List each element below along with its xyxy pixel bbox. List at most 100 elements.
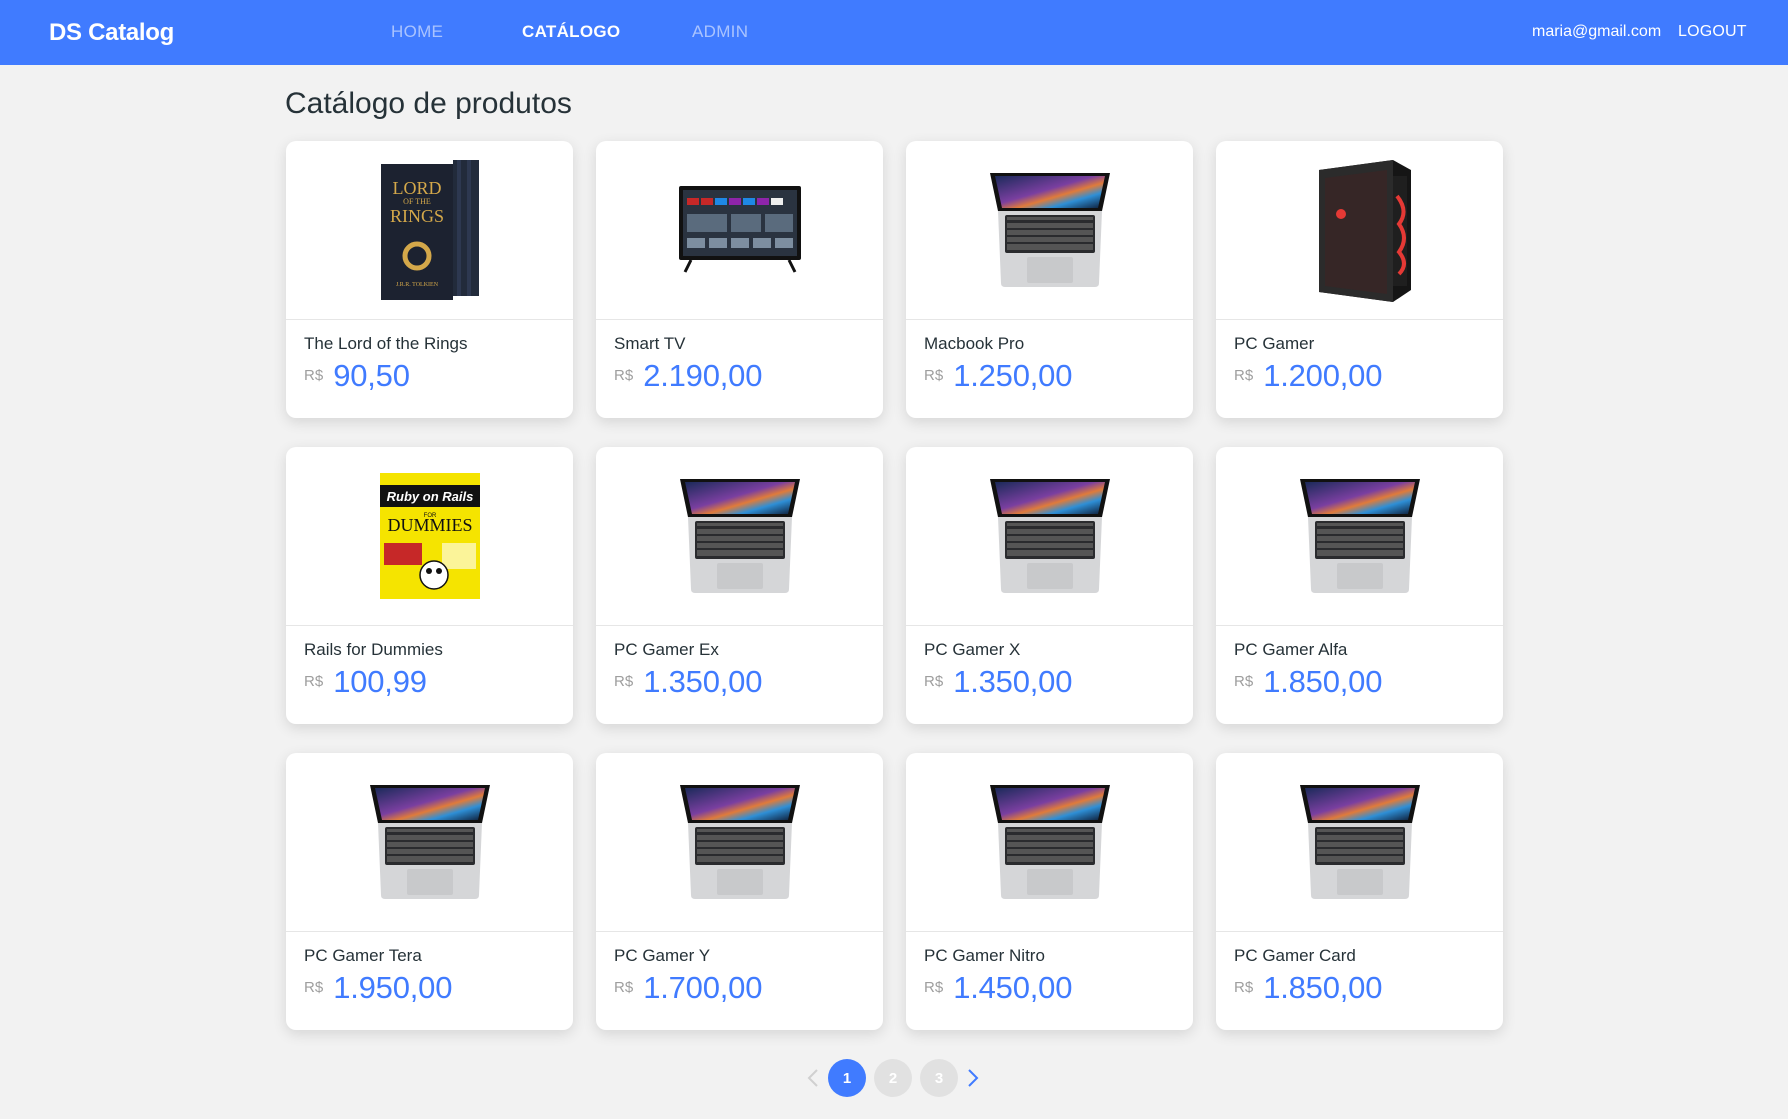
product-card[interactable]: PC Gamer R$ 1.200,00 [1216,141,1503,418]
currency-label: R$ [924,367,944,384]
product-price: 1.450,00 [953,970,1073,1005]
product-card[interactable]: Ruby on Rails FOR DUMMIES Rails for Dumm… [286,447,573,724]
product-price-row: R$ 1.450,00 [924,970,1175,1006]
product-info: PC Gamer Ex R$ 1.350,00 [596,626,883,700]
product-card[interactable]: PC Gamer Alfa R$ 1.850,00 [1216,447,1503,724]
product-image [596,141,883,320]
currency-label: R$ [614,367,634,384]
book-cover-line2: OF THE [403,197,431,206]
nav-link-admin[interactable]: ADMIN [692,22,748,42]
product-image [1216,753,1503,932]
currency-label: R$ [1234,979,1254,996]
product-name: PC Gamer X [924,640,1021,659]
product-name: PC Gamer [1234,334,1315,353]
product-name: PC Gamer Y [614,946,711,965]
product-name: Rails for Dummies [304,640,443,659]
product-info: PC Gamer Alfa R$ 1.850,00 [1216,626,1503,700]
pagination: 1 2 3 [802,1058,984,1098]
product-image: Ruby on Rails FOR DUMMIES [286,447,573,626]
product-image [906,753,1193,932]
product-card[interactable]: PC Gamer X R$ 1.350,00 [906,447,1193,724]
product-image [906,141,1193,320]
top-navbar: DS Catalog HOME CATÁLOGO ADMIN maria@gma… [0,0,1788,65]
product-card[interactable]: PC Gamer Card R$ 1.850,00 [1216,753,1503,1030]
book-cover-line3: RINGS [389,206,443,226]
product-info: PC Gamer Tera R$ 1.950,00 [286,932,573,1006]
product-image [596,753,883,932]
product-info: Macbook Pro R$ 1.250,00 [906,320,1193,394]
product-info: The Lord of the Rings R$ 90,50 [286,320,573,394]
dummies-cover-title: Ruby on Rails [386,489,473,504]
book-cover-author: J.R.R. TOLKIEN [395,282,438,288]
product-price: 1.700,00 [643,970,763,1005]
product-name: The Lord of the Rings [304,334,468,353]
product-card[interactable]: LORD OF THE RINGS J.R.R. TOLKIEN The Lor… [286,141,573,418]
dummies-cover-brand: DUMMIES [387,515,472,535]
product-price-row: R$ 100,99 [304,664,555,700]
currency-label: R$ [924,673,944,690]
product-price: 1.350,00 [953,664,1073,699]
product-name: PC Gamer Card [1234,946,1356,965]
page-button-2[interactable]: 2 [874,1059,912,1097]
product-card[interactable]: PC Gamer Tera R$ 1.950,00 [286,753,573,1030]
currency-label: R$ [924,979,944,996]
product-image [906,447,1193,626]
product-card[interactable]: PC Gamer Ex R$ 1.350,00 [596,447,883,724]
product-price: 2.190,00 [643,358,763,393]
product-image [1216,447,1503,626]
product-card[interactable]: PC Gamer Nitro R$ 1.450,00 [906,753,1193,1030]
product-info: PC Gamer Card R$ 1.850,00 [1216,932,1503,1006]
product-price: 1.850,00 [1263,664,1383,699]
page-button-1[interactable]: 1 [828,1059,866,1097]
currency-label: R$ [1234,673,1254,690]
product-info: Smart TV R$ 2.190,00 [596,320,883,394]
product-info: PC Gamer R$ 1.200,00 [1216,320,1503,394]
product-price: 1.850,00 [1263,970,1383,1005]
product-image: LORD OF THE RINGS J.R.R. TOLKIEN [286,141,573,320]
product-info: Rails for Dummies R$ 100,99 [286,626,573,700]
product-price: 1.950,00 [333,970,453,1005]
currency-label: R$ [304,979,324,996]
product-price: 100,99 [333,664,427,699]
product-price-row: R$ 1.950,00 [304,970,555,1006]
product-price-row: R$ 1.350,00 [614,664,865,700]
page-title: Catálogo de produtos [285,87,572,120]
chevron-left-icon[interactable] [802,1058,824,1098]
product-name: PC Gamer Nitro [924,946,1045,965]
nav-link-catalog[interactable]: CATÁLOGO [522,22,620,42]
product-card[interactable]: PC Gamer Y R$ 1.700,00 [596,753,883,1030]
product-info: PC Gamer X R$ 1.350,00 [906,626,1193,700]
brand-logo[interactable]: DS Catalog [49,19,174,47]
user-email: maria@gmail.com [1532,23,1662,40]
product-price-row: R$ 90,50 [304,358,555,394]
product-price: 1.200,00 [1263,358,1383,393]
currency-label: R$ [614,979,634,996]
product-price: 90,50 [333,358,410,393]
product-name: Smart TV [614,334,686,353]
product-card[interactable]: Smart TV R$ 2.190,00 [596,141,883,418]
product-price-row: R$ 1.200,00 [1234,358,1485,394]
currency-label: R$ [304,367,324,384]
product-grid: LORD OF THE RINGS J.R.R. TOLKIEN The Lor… [286,141,1503,1030]
product-price-row: R$ 1.350,00 [924,664,1175,700]
product-price-row: R$ 1.250,00 [924,358,1175,394]
product-name: PC Gamer Tera [304,946,422,965]
page-button-3[interactable]: 3 [920,1059,958,1097]
product-image [1216,141,1503,320]
product-info: PC Gamer Y R$ 1.700,00 [596,932,883,1006]
product-price-row: R$ 1.850,00 [1234,970,1485,1006]
logout-link[interactable]: LOGOUT [1678,23,1747,41]
product-price-row: R$ 1.700,00 [614,970,865,1006]
product-info: PC Gamer Nitro R$ 1.450,00 [906,932,1193,1006]
product-price-row: R$ 1.850,00 [1234,664,1485,700]
product-price-row: R$ 2.190,00 [614,358,865,394]
currency-label: R$ [614,673,634,690]
nav-link-home[interactable]: HOME [391,22,443,42]
product-card[interactable]: Macbook Pro R$ 1.250,00 [906,141,1193,418]
product-price: 1.250,00 [953,358,1073,393]
book-cover-line1: LORD [392,178,441,198]
chevron-right-icon[interactable] [962,1058,984,1098]
product-image [286,753,573,932]
product-price: 1.350,00 [643,664,763,699]
product-image [596,447,883,626]
